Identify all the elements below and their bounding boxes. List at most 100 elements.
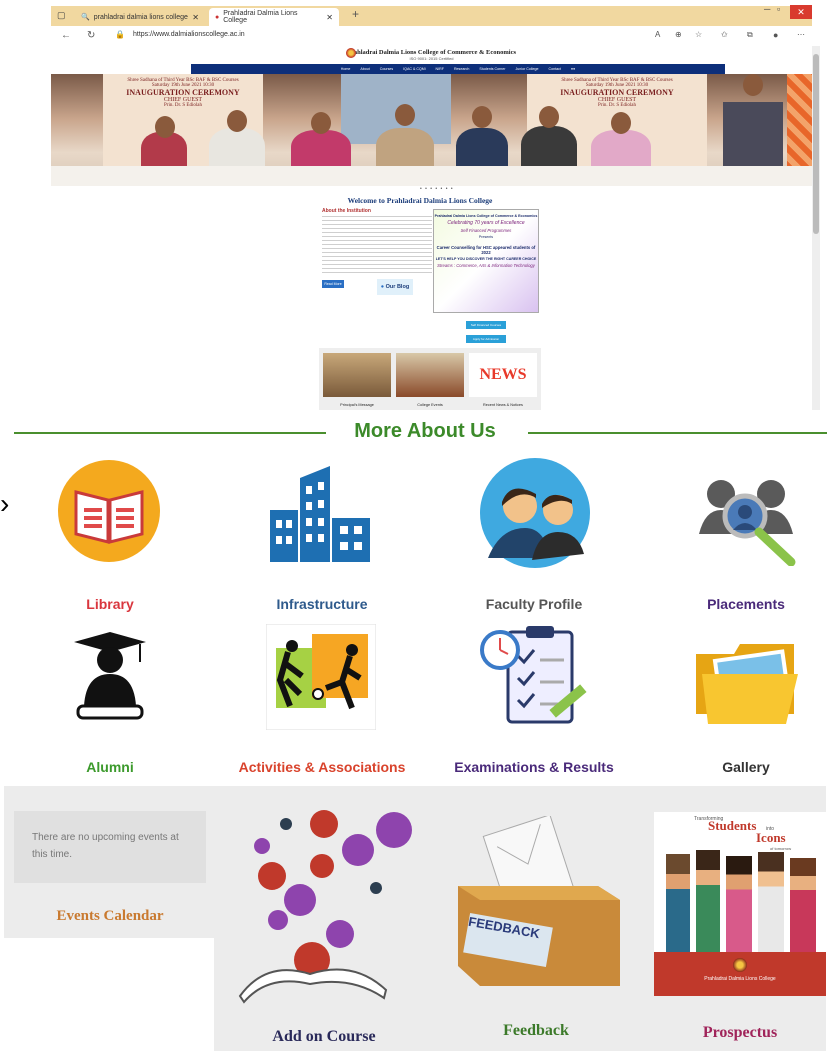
news-card[interactable]: NEWS: [469, 353, 537, 397]
nav-about[interactable]: About: [360, 67, 369, 71]
browser-tab-bar: 🔍 prahladrai dalmia lions college ✕ ● Pr…: [51, 6, 812, 26]
close-tab-icon[interactable]: ✕: [192, 13, 199, 22]
prospectus-text: Icons: [756, 830, 786, 845]
profile-icon[interactable]: ●: [773, 30, 778, 40]
nav-home[interactable]: Home: [341, 67, 351, 71]
events-calendar-label[interactable]: Events Calendar: [14, 908, 206, 925]
poster-tagline: Celebrating 70 years of Excellence: [447, 220, 525, 226]
divider-left: [14, 432, 326, 434]
our-blog-button[interactable]: ● Our Blog: [377, 279, 413, 295]
faculty-icon[interactable]: [480, 458, 590, 568]
faculty-profile-label[interactable]: Faculty Profile: [444, 596, 624, 612]
about-text-block: [322, 216, 432, 276]
library-icon[interactable]: [58, 460, 160, 562]
add-on-course-icon[interactable]: [226, 810, 422, 1006]
tab-actions-icon[interactable]: ▢: [57, 10, 66, 21]
prospectus-label[interactable]: Prospectus: [654, 1024, 826, 1042]
placements-icon[interactable]: [695, 472, 799, 566]
minimize-icon[interactable]: ─: [764, 4, 770, 14]
board-title: INAUGURATION CEREMONY: [560, 88, 674, 97]
favorites-list-icon[interactable]: ✩: [721, 30, 728, 39]
site-header: Prahladrai Dalmia Lions College of Comme…: [51, 46, 812, 64]
nav-nirf[interactable]: NIRF: [436, 67, 444, 71]
gallery-icon[interactable]: [694, 634, 802, 726]
stray-glyph: ›: [0, 488, 10, 519]
infrastructure-label[interactable]: Infrastructure: [232, 596, 412, 612]
examinations-icon[interactable]: [478, 622, 592, 732]
tab-label: Prahladrai Dalmia Lions College: [223, 10, 298, 24]
feedback-box-icon[interactable]: [448, 816, 624, 1006]
collections-icon[interactable]: ⧉: [747, 30, 753, 40]
placements-label[interactable]: Placements: [656, 596, 827, 612]
hero-banner[interactable]: Shree Sadhana of Third Year BSc BAF & BS…: [51, 74, 812, 186]
alumni-label[interactable]: Alumni: [20, 759, 200, 775]
activities-icon[interactable]: [266, 624, 376, 730]
blog-label: Our Blog: [385, 284, 410, 290]
student-figure: [726, 856, 752, 960]
poster-counselling: Career Counselling for HSC appeared stud…: [436, 245, 536, 255]
social-icon[interactable]: ●●: [571, 67, 575, 71]
college-logo[interactable]: [346, 48, 356, 58]
site-favicon-icon: ●: [215, 13, 220, 21]
new-tab-button[interactable]: +: [352, 7, 359, 21]
nav-junior-college[interactable]: Junior College: [516, 67, 539, 71]
admission-poster[interactable]: Prahladrai Dalmia Lions College of Comme…: [433, 209, 539, 313]
library-label[interactable]: Library: [20, 596, 200, 612]
back-icon[interactable]: ←: [61, 30, 71, 41]
graduate-icon[interactable]: [70, 632, 150, 724]
poster-streams: Streams : Commerce, Arts & Information T…: [437, 263, 535, 268]
browser-tab-search[interactable]: 🔍 prahladrai dalmia lions college ✕: [75, 8, 205, 26]
favorite-icon[interactable]: ☆: [695, 30, 702, 39]
read-more-button[interactable]: Read More: [322, 280, 344, 288]
events-list: There are no upcoming events at this tim…: [14, 811, 206, 883]
building-icon[interactable]: [270, 466, 370, 562]
poster-presents: Presents: [478, 235, 494, 239]
more-icon[interactable]: ⋯: [797, 30, 805, 39]
refresh-icon[interactable]: ↻: [87, 30, 95, 41]
close-window-button[interactable]: ✕: [790, 5, 812, 19]
scrollbar[interactable]: [812, 46, 820, 410]
search-icon: 🔍: [81, 14, 90, 21]
principal-card[interactable]: [323, 353, 391, 397]
carousel-indicators[interactable]: • • • • • • •: [420, 186, 454, 192]
events-card[interactable]: [396, 353, 464, 397]
activities-label[interactable]: Activities & Associations: [222, 759, 422, 775]
prospectus-cover[interactable]: Transforming Students into Icons of tomo…: [654, 812, 826, 996]
student-figure: [758, 852, 784, 960]
poster-lets: LET'S HELP YOU DISCOVER THE RIGHT CAREER…: [435, 257, 537, 261]
self-financed-button[interactable]: Self Financed Courses: [466, 321, 506, 329]
info-cards: Principal's Message College Events NEWS …: [319, 348, 541, 410]
blog-icon: ●: [380, 284, 385, 290]
prospectus-text: Students: [708, 818, 757, 833]
apply-admission-button[interactable]: Apply for Admission: [466, 335, 506, 343]
zoom-icon[interactable]: ⊕: [675, 30, 682, 39]
scroll-thumb[interactable]: [813, 54, 819, 234]
read-aloud-icon[interactable]: A: [655, 30, 660, 39]
prospectus-footer-text: Prahladrai Dalmia Lions College: [704, 976, 776, 982]
examinations-label[interactable]: Examinations & Results: [434, 759, 634, 775]
board-line: Prin. Dr. S Ediolah: [164, 103, 202, 108]
browser-tab-active[interactable]: ● Prahladrai Dalmia Lions College ✕: [209, 8, 339, 26]
site-subtitle: ISO 9001: 2015 Certified: [409, 56, 454, 61]
feedback-label[interactable]: Feedback: [448, 1022, 624, 1040]
url-field[interactable]: https://www.dalmialionscollege.ac.in: [133, 31, 245, 38]
nav-students-corner[interactable]: Students Corner: [479, 67, 505, 71]
add-on-course-label[interactable]: Add on Course: [226, 1028, 422, 1046]
college-logo: [733, 958, 747, 972]
student-figure: [666, 854, 690, 954]
nav-contact[interactable]: Contact: [548, 67, 560, 71]
main-nav: Home About Courses IQAC & CQMi NIRF Rese…: [191, 64, 725, 74]
podium: [723, 102, 783, 172]
welcome-heading: Welcome to Prahladrai Dalmia Lions Colle…: [347, 196, 493, 205]
close-tab-icon[interactable]: ✕: [326, 13, 333, 22]
divider-right: [528, 432, 827, 434]
site-title: Prahladrai Dalmia Lions College of Comme…: [346, 49, 517, 56]
nav-courses[interactable]: Courses: [380, 67, 393, 71]
maximize-icon[interactable]: ▫: [777, 4, 780, 14]
student-figure: [790, 858, 816, 958]
address-bar: ← ↻ 🔒 https://www.dalmialionscollege.ac.…: [51, 26, 812, 47]
gallery-label[interactable]: Gallery: [656, 759, 827, 775]
nav-research[interactable]: Research: [454, 67, 469, 71]
nav-iqac[interactable]: IQAC & CQMi: [403, 67, 425, 71]
poster-programmes: Self Financed Programmes: [460, 228, 512, 233]
